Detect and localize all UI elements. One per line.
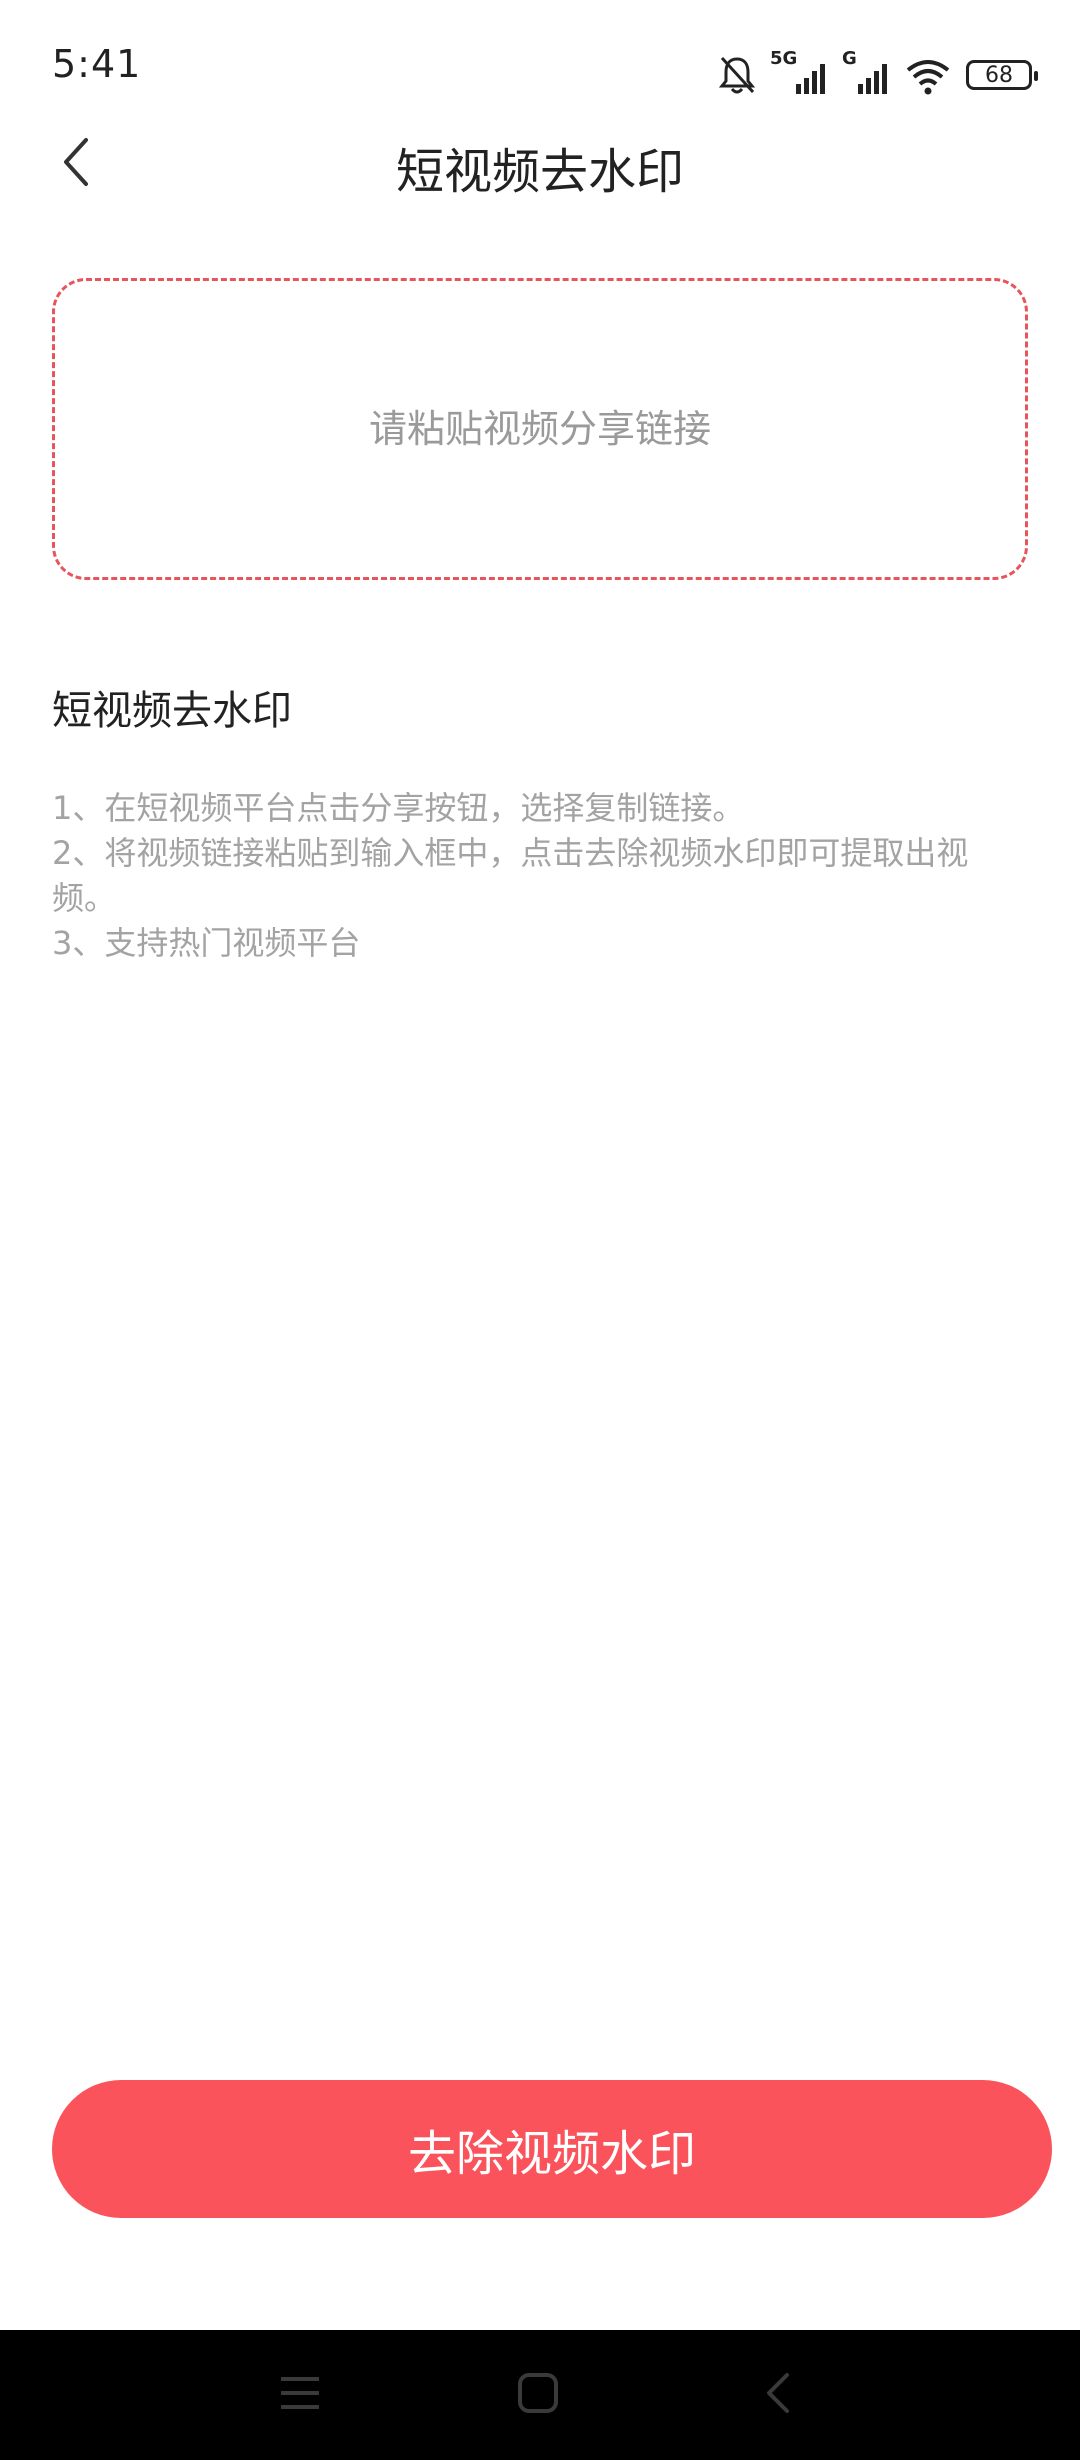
instruction-step: 1、在短视频平台点击分享按钮，选择复制链接。 [52, 789, 745, 827]
page-title: 短视频去水印 [395, 144, 684, 200]
remove-watermark-button[interactable]: 去除视频水印 [52, 2080, 1052, 2218]
instructions-title: 短视频去水印 [52, 688, 292, 734]
screen: 5:41 5G G 68 短视频去水印 请粘贴视频分享链接 短视频去水印 1、在… [0, 0, 1080, 2460]
back-icon [763, 2371, 793, 2419]
status-icons: 5G G 68 [718, 40, 1038, 96]
signal-5g-icon: 5G [770, 48, 828, 96]
nav-back-button[interactable] [748, 2365, 808, 2425]
status-bar: 5:41 5G G 68 [0, 0, 1080, 135]
signal-g-icon: G [842, 48, 890, 96]
bell-muted-icon [718, 54, 756, 96]
link-input[interactable] [101, 406, 979, 452]
instruction-step: 3、支持热门视频平台 [52, 924, 361, 962]
network-5g-label: 5G [770, 48, 798, 69]
network-g-label: G [842, 48, 857, 69]
menu-icon [279, 2375, 321, 2415]
wifi-icon [904, 56, 952, 96]
nav-menu-button[interactable] [270, 2365, 330, 2425]
nav-home-button[interactable] [508, 2365, 568, 2425]
battery-icon: 68 [966, 60, 1038, 90]
instructions-list: 1、在短视频平台点击分享按钮，选择复制链接。 2、将视频链接粘贴到输入框中，点击… [52, 786, 1032, 966]
link-input-box[interactable] [52, 278, 1028, 580]
home-icon [517, 2372, 559, 2418]
nav-bar [0, 2330, 1080, 2460]
status-time: 5:41 [52, 42, 142, 86]
header: 短视频去水印 [0, 120, 1080, 208]
instruction-step: 2、将视频链接粘贴到输入框中，点击去除视频水印即可提取出视频。 [52, 834, 969, 917]
battery-level: 68 [985, 62, 1013, 88]
